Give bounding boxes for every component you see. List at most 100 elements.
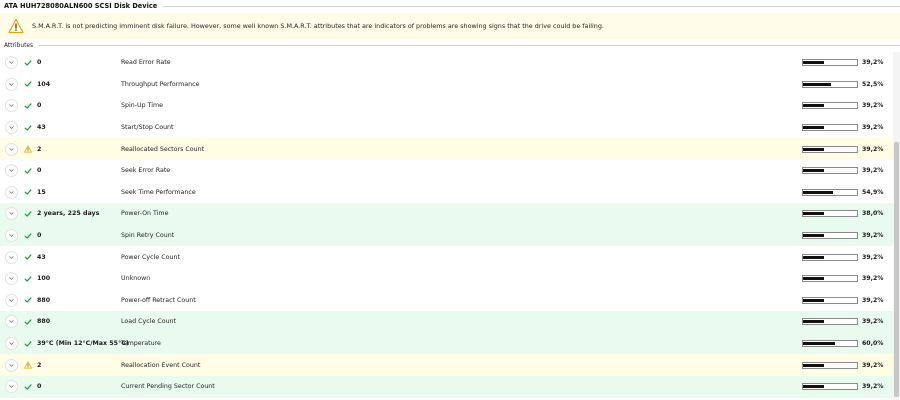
attribute-row[interactable]: 100 Unknown 39,2% [0, 268, 893, 290]
expand-chevron-icon[interactable] [5, 207, 18, 221]
bar-fill [803, 212, 824, 216]
check-icon [24, 188, 32, 196]
expand-chevron-icon[interactable] [5, 358, 18, 372]
normalized-value-bar [802, 275, 858, 283]
normalized-value-bar [802, 232, 858, 240]
attribute-row[interactable]: 880 Power-off Retract Count 39,2% [0, 290, 893, 312]
check-icon [24, 167, 32, 175]
attribute-row[interactable]: 0 Read Error Rate 39,2% [0, 52, 893, 74]
normalized-value-bar [802, 80, 858, 88]
check-icon [24, 59, 32, 67]
expand-chevron-icon[interactable] [5, 99, 18, 113]
normalized-value-bar [802, 124, 858, 132]
expand-chevron-icon[interactable] [5, 121, 18, 135]
bar-fill [803, 104, 824, 108]
normalized-percent: 39,2% [862, 145, 884, 153]
bar-fill [803, 298, 824, 302]
device-header: ATA HUH728080ALN600 SCSI Disk Device [0, 0, 900, 12]
attribute-name: Throughput Performance [121, 80, 200, 88]
attribute-row[interactable]: 15 Seek Time Performance 54,9% [0, 182, 893, 204]
attributes-divider [39, 45, 900, 46]
attribute-row[interactable]: 0 Spin-Up Time 39,2% [0, 95, 893, 117]
expand-chevron-icon[interactable] [5, 337, 18, 351]
attribute-name: Current Pending Sector Count [121, 383, 215, 391]
expand-chevron-icon[interactable] [5, 77, 18, 91]
attribute-row[interactable]: 2 Reallocated Sectors Count 39,2% [0, 138, 893, 160]
expand-chevron-icon[interactable] [5, 185, 18, 199]
normalized-percent: 52,5% [862, 80, 884, 88]
attribute-row[interactable]: 0 Current Pending Sector Count 39,2% [0, 375, 893, 398]
normalized-value-bar [802, 361, 858, 369]
normalized-percent: 60,0% [862, 340, 884, 348]
normalized-percent: 39,2% [862, 296, 884, 304]
attribute-row[interactable]: 2 years, 225 days Power-On Time 38,0% [0, 203, 893, 225]
warning-icon [24, 361, 32, 369]
attribute-row[interactable]: 104 Throughput Performance 52,5% [0, 74, 893, 96]
normalized-value-bar [802, 296, 858, 304]
expand-chevron-icon[interactable] [5, 229, 18, 243]
check-icon [24, 80, 32, 88]
attribute-list[interactable]: 0 Read Error Rate 39,2% 104 Throughput Perfo… [0, 52, 893, 400]
attribute-row[interactable]: 880 Load Cycle Count 39,2% [0, 311, 893, 333]
check-icon [24, 102, 32, 110]
raw-value: 43 [37, 124, 46, 132]
raw-value: 2 [37, 361, 42, 369]
attribute-row[interactable]: 43 Start/Stop Count 39,2% [0, 117, 893, 139]
scrollbar-thumb[interactable] [894, 142, 899, 397]
bar-fill [803, 385, 824, 389]
normalized-percent: 39,2% [862, 318, 884, 326]
normalized-percent: 39,2% [862, 59, 884, 67]
bar-fill [803, 342, 835, 346]
check-icon [24, 124, 32, 132]
expand-chevron-icon[interactable] [5, 164, 18, 178]
bar-fill [803, 169, 824, 173]
normalized-percent: 39,2% [862, 232, 884, 240]
expand-chevron-icon[interactable] [5, 315, 18, 329]
normalized-value-bar [802, 167, 858, 175]
expand-chevron-icon[interactable] [5, 380, 18, 394]
attribute-name: Seek Error Rate [121, 167, 171, 175]
attribute-name: Power Cycle Count [121, 253, 180, 261]
normalized-value-bar [802, 145, 858, 153]
attribute-row[interactable]: 0 Spin Retry Count 39,2% [0, 224, 893, 247]
attribute-row[interactable]: 2 Reallocation Event Count 39,2% [0, 354, 893, 376]
attributes-header: Attributes [0, 41, 900, 50]
raw-value: 0 [37, 383, 42, 391]
warning-text: S.M.A.R.T. is not predicting imminent di… [32, 22, 604, 30]
bar-fill [803, 147, 824, 151]
attribute-row[interactable]: 43 Power Cycle Count 39,2% [0, 246, 893, 268]
attribute-name: Power-On Time [121, 210, 169, 218]
device-title: ATA HUH728080ALN600 SCSI Disk Device [4, 2, 158, 10]
raw-value: 15 [37, 188, 46, 196]
expand-chevron-icon[interactable] [5, 250, 18, 264]
check-icon [24, 340, 32, 348]
attribute-name: Power-off Retract Count [121, 296, 196, 304]
raw-value: 0 [37, 59, 42, 67]
normalized-value-bar [802, 188, 858, 196]
attribute-name: Temperature [121, 340, 161, 348]
check-icon [24, 210, 32, 218]
attribute-row[interactable]: 0 Seek Error Rate 39,2% [0, 160, 893, 182]
normalized-value-bar [802, 210, 858, 218]
expand-chevron-icon[interactable] [5, 56, 18, 70]
bar-fill [803, 190, 833, 194]
attribute-name: Reallocated Sectors Count [121, 145, 205, 153]
normalized-percent: 39,2% [862, 102, 884, 110]
attribute-name: Spin Retry Count [121, 232, 175, 240]
attribute-name: Unknown [121, 275, 151, 283]
scrollbar[interactable] [893, 52, 900, 400]
raw-value: 2 years, 225 days [37, 210, 100, 218]
normalized-percent: 54,9% [862, 188, 884, 196]
expand-chevron-icon[interactable] [5, 293, 18, 307]
normalized-value-bar [802, 59, 858, 67]
bar-fill [803, 61, 824, 65]
raw-value: 0 [37, 167, 42, 175]
expand-chevron-icon[interactable] [5, 272, 18, 286]
expand-chevron-icon[interactable] [5, 142, 18, 156]
normalized-percent: 39,2% [862, 124, 884, 132]
normalized-percent: 39,2% [862, 383, 884, 391]
attribute-row[interactable]: 39°C (Min 12°C/Max 55°C) Temperature 60,0% [0, 332, 893, 355]
raw-value: 880 [37, 296, 51, 304]
raw-value: 0 [37, 232, 42, 240]
attribute-name: Start/Stop Count [121, 124, 174, 132]
